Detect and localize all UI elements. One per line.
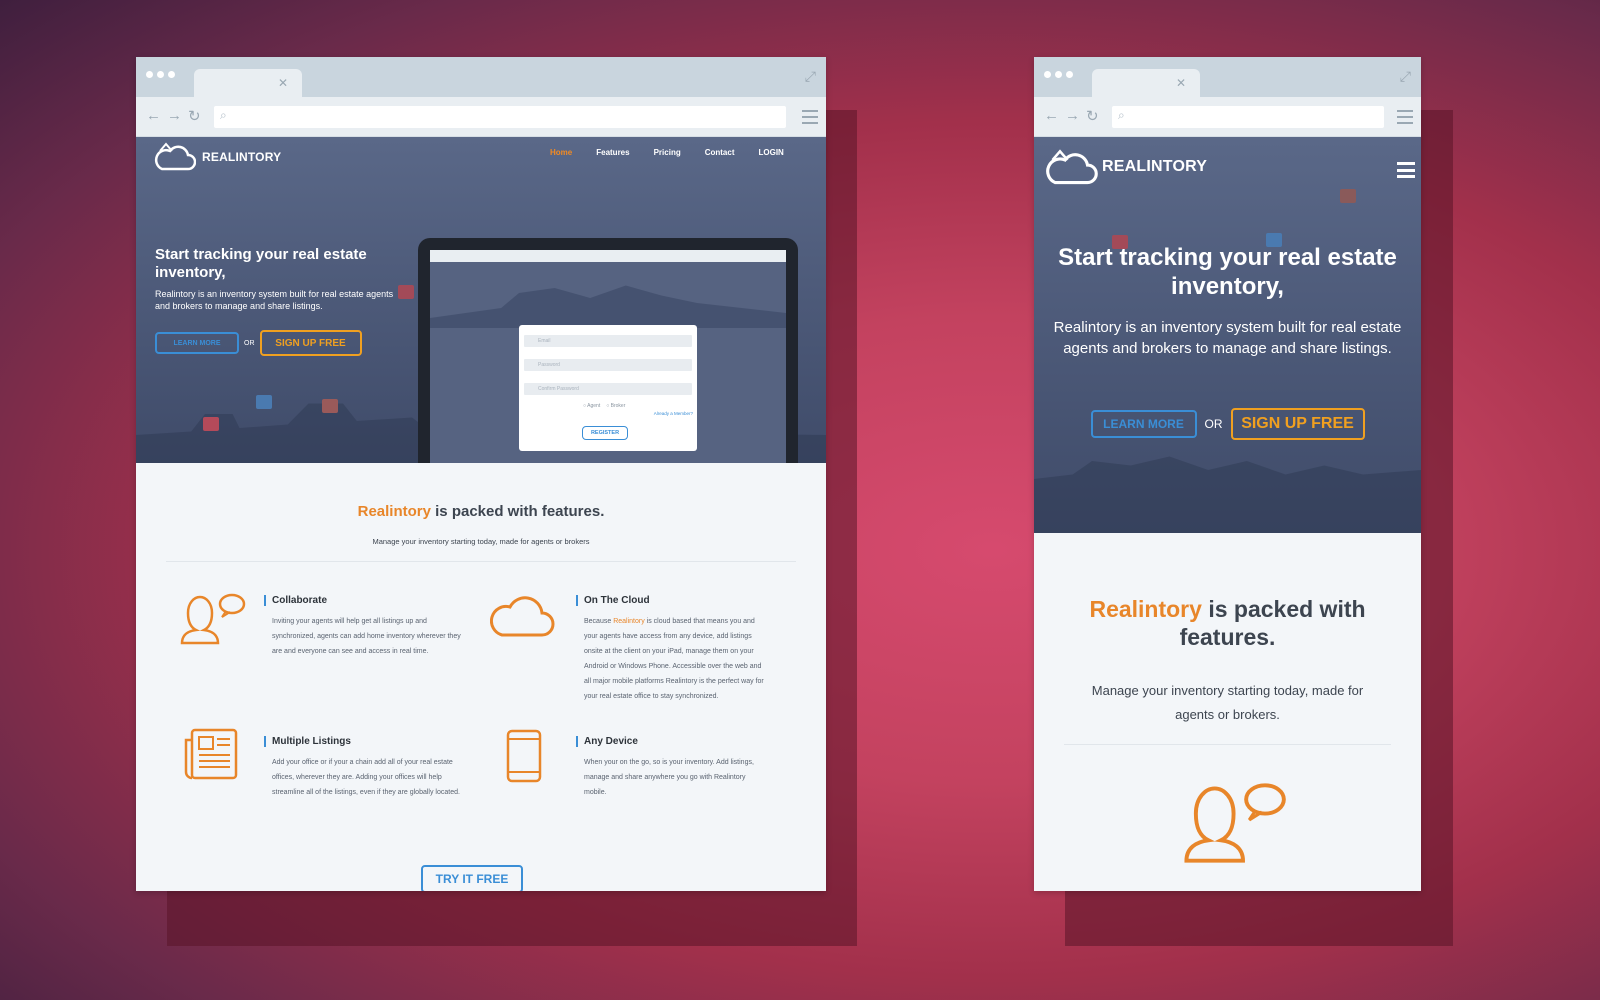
browser-titlebar: ✕ ⤢: [1034, 57, 1421, 97]
logo[interactable]: REALINTORY: [1042, 145, 1207, 185]
feature-text: Inviting your agents will help get all l…: [272, 618, 461, 655]
expand-icon[interactable]: ⤢: [805, 68, 816, 85]
cloud-house-logo-icon: [1042, 145, 1098, 185]
try-it-free-button[interactable]: TRY IT FREE: [421, 865, 523, 891]
reload-icon[interactable]: ↻: [188, 107, 201, 125]
house-marker-icon: [398, 285, 414, 299]
nav-contact[interactable]: Contact: [705, 148, 735, 157]
mobile-menu-icon[interactable]: [1397, 162, 1415, 178]
city-skyline: [1034, 456, 1421, 533]
features-title: Realintory is packed with features.: [1089, 596, 1366, 650]
features-subtitle: Manage your inventory starting today, ma…: [1091, 683, 1364, 722]
feature-title: Collaborate: [264, 595, 464, 606]
signup-form: Email Password Confirm Password ○ Agent …: [519, 325, 697, 451]
feature-title: Multiple Listings: [264, 736, 464, 747]
features-section: Realintory is packed with features. Mana…: [136, 463, 826, 891]
tablet-icon: [506, 729, 542, 783]
expand-icon[interactable]: ⤢: [1400, 68, 1411, 85]
logo[interactable]: REALINTORY: [152, 139, 281, 171]
browser-toolbar: ← → ↻ ⌕: [1034, 97, 1421, 137]
person-chat-icon: [1184, 783, 1286, 863]
laptop-mockup: Email Password Confirm Password ○ Agent …: [418, 238, 798, 463]
or-label: OR: [244, 339, 255, 347]
learn-more-button[interactable]: LEARN MORE: [1090, 410, 1197, 438]
reload-icon[interactable]: ↻: [1086, 107, 1099, 125]
confirm-password-field[interactable]: Confirm Password: [524, 383, 692, 395]
agent-label: Agent: [587, 403, 601, 409]
forward-icon[interactable]: →: [167, 107, 182, 125]
signup-free-button[interactable]: SIGN UP FREE: [259, 330, 362, 356]
newspaper-icon: [184, 728, 238, 780]
features-title: Realintory is packed with features.: [357, 503, 605, 520]
hero-section: REALINTORY Home Features Pricing Contact…: [136, 137, 826, 463]
back-icon[interactable]: ←: [146, 107, 161, 125]
close-tab-icon[interactable]: ✕: [1176, 76, 1186, 90]
or-label: OR: [1204, 417, 1223, 431]
already-member-link[interactable]: Already a Member?: [654, 411, 693, 416]
brand-name: REALINTORY: [202, 150, 282, 164]
feature-title: On The Cloud: [576, 595, 768, 606]
section-divider: [1064, 744, 1391, 745]
broker-radio[interactable]: ○ Broker: [606, 403, 625, 409]
agent-radio[interactable]: ○ Agent: [583, 403, 600, 409]
nav-pricing[interactable]: Pricing: [654, 148, 681, 157]
cloud-icon: [490, 596, 555, 637]
house-marker-icon: [322, 399, 338, 413]
browser-tab[interactable]: ✕: [194, 69, 302, 97]
hero-title: Start tracking your real estate inventor…: [1058, 244, 1397, 300]
learn-more-button[interactable]: LEARN MORE: [155, 332, 239, 354]
broker-label: Broker: [610, 403, 626, 409]
feature-multiple-listings: Multiple Listings Add your office or if …: [264, 736, 464, 800]
back-icon[interactable]: ←: [1044, 107, 1059, 125]
address-bar[interactable]: ⌕: [1112, 106, 1384, 128]
section-divider: [166, 561, 796, 562]
features-subtitle: Manage your inventory starting today, ma…: [372, 537, 590, 546]
house-marker-icon: [203, 417, 219, 431]
password-field[interactable]: Password: [524, 359, 692, 371]
search-icon: ⌕: [220, 108, 227, 122]
browser-tab[interactable]: ✕: [1092, 69, 1200, 97]
person-chat-icon: [180, 593, 246, 645]
register-button[interactable]: REGISTER: [582, 426, 628, 440]
browser-titlebar: ✕ ⤢: [136, 57, 826, 97]
laptop-screen: Email Password Confirm Password ○ Agent …: [430, 250, 786, 463]
feature-any-device: Any Device When your on the go, so is yo…: [576, 736, 768, 800]
house-marker-icon: [256, 395, 272, 409]
hero-section: REALINTORY Start tracking your real esta…: [1034, 137, 1421, 533]
mobile-browser-window: ✕ ⤢ ← → ↻ ⌕ REALINTORY Start tracking your…: [1034, 57, 1421, 891]
forward-icon[interactable]: →: [1065, 107, 1080, 125]
browser-toolbar: ← → ↻ ⌕: [136, 97, 826, 137]
house-marker-icon: [1340, 189, 1356, 203]
nav-login[interactable]: LOGIN: [759, 148, 784, 157]
nav-features[interactable]: Features: [596, 148, 629, 157]
hero-subtitle: Realintory is an inventory system built …: [155, 289, 394, 311]
feature-text: When your on the go, so is your inventor…: [584, 759, 754, 796]
features-section: Realintory is packed with features. Mana…: [1034, 533, 1421, 891]
close-tab-icon[interactable]: ✕: [278, 76, 288, 90]
hero-title: Start tracking your real estate inventor…: [155, 246, 367, 281]
brand-name: REALINTORY: [1102, 158, 1208, 175]
desktop-browser-window: ✕ ⤢ ← → ↻ ⌕ REALINTORY Home Features Prici…: [136, 57, 826, 891]
main-nav: Home Features Pricing Contact LOGIN: [550, 148, 784, 157]
hero-subtitle: Realintory is an inventory system built …: [1053, 319, 1402, 357]
window-controls[interactable]: [146, 71, 175, 78]
address-bar[interactable]: ⌕: [214, 106, 786, 128]
signup-free-button[interactable]: SIGN UP FREE: [1230, 408, 1365, 440]
nav-home[interactable]: Home: [550, 148, 572, 157]
search-icon: ⌕: [1118, 108, 1125, 122]
feature-collaborate: Collaborate Inviting your agents will he…: [264, 595, 464, 659]
feature-text: Add your office or if your a chain add a…: [272, 759, 460, 796]
feature-cloud: On The Cloud Because Realintory is cloud…: [576, 595, 768, 704]
browser-menu-icon[interactable]: [1397, 110, 1413, 124]
email-field[interactable]: Email: [524, 335, 692, 347]
window-controls[interactable]: [1044, 71, 1073, 78]
feature-text: Because Realintory is cloud based that m…: [584, 618, 764, 700]
browser-menu-icon[interactable]: [802, 110, 818, 124]
feature-title: Any Device: [576, 736, 768, 747]
cloud-house-logo-icon: [152, 139, 197, 171]
